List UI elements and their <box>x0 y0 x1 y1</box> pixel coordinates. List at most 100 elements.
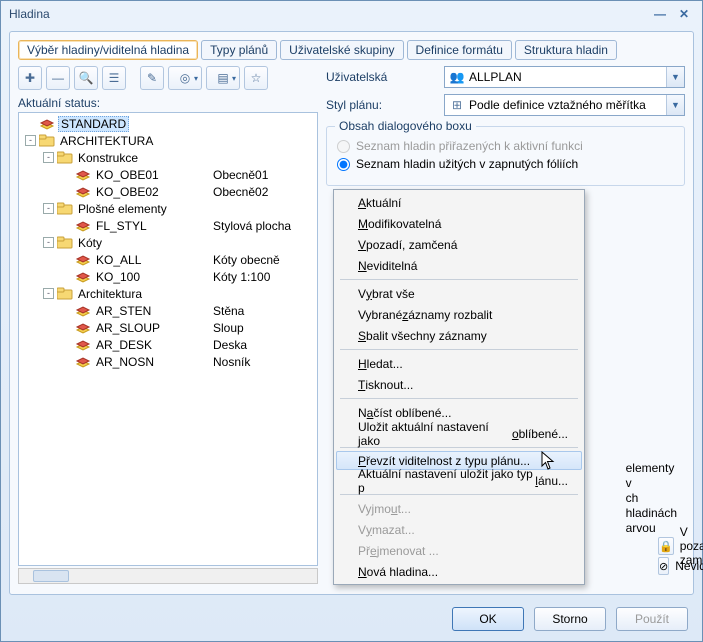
menu-item-nova[interactable]: Nová hladina... <box>336 561 582 582</box>
minimize-icon[interactable]: — <box>650 5 670 23</box>
menu-item-nevid[interactable]: Neviditelná <box>336 255 582 276</box>
chevron-down-icon[interactable]: ▼ <box>666 95 684 115</box>
close-icon[interactable]: ✕ <box>674 5 694 23</box>
radio-input <box>337 140 350 153</box>
radio-input[interactable] <box>337 158 350 171</box>
tree-spacer <box>61 271 72 282</box>
tree-row[interactable]: - ARCHITEKTURA <box>19 132 317 149</box>
add-icon[interactable]: ✚ <box>18 66 42 90</box>
layer-tree[interactable]: STANDARD-ARCHITEKTURA-KonstrukceKO_OBE01… <box>18 112 318 566</box>
menu-item-vpozadi[interactable]: V pozadí, zamčená <box>336 234 582 255</box>
apply-button[interactable]: Použít <box>616 607 688 631</box>
remove-icon[interactable]: — <box>46 66 70 90</box>
tree-row[interactable]: STANDARD <box>19 115 317 132</box>
tree-node-desc: Sloup <box>213 321 244 335</box>
collapse-icon[interactable]: - <box>25 135 36 146</box>
layers-icon[interactable]: ▤ <box>206 66 240 90</box>
tree-spacer <box>61 339 72 350</box>
menu-item-hledat[interactable]: Hledat... <box>336 353 582 374</box>
menu-item-sbalit[interactable]: Sbalit všechny záznamy <box>336 325 582 346</box>
tree-node-desc: Obecně02 <box>213 185 268 199</box>
tree-node-desc: Kóty obecně <box>213 253 280 267</box>
favorite-icon[interactable]: ☆ <box>244 66 268 90</box>
menu-item-ulozitobl[interactable]: Uložit aktuální nastavení jako oblíbené.… <box>336 423 582 444</box>
list-icon[interactable]: ☰ <box>102 66 126 90</box>
tree-node-label: KO_OBE02 <box>94 185 161 199</box>
collapse-icon[interactable]: - <box>43 288 54 299</box>
tree-row[interactable]: KO_ALLKóty obecně <box>19 251 317 268</box>
tree-node-label: KO_OBE01 <box>94 168 161 182</box>
tree-row[interactable]: AR_DESKDeska <box>19 336 317 353</box>
tab-plan-types[interactable]: Typy plánů <box>201 40 277 60</box>
folder-icon <box>39 134 55 148</box>
left-panel: ✚ — 🔍 ☰ ✎ ◎ ▤ ☆ Aktuální status: STANDAR… <box>18 66 318 584</box>
menu-item-vymazat: Vymazat... <box>336 519 582 540</box>
collapse-icon[interactable]: - <box>43 203 54 214</box>
tree-row[interactable]: -Plošné elementy <box>19 200 317 217</box>
tree-spacer <box>61 220 72 231</box>
cancel-button[interactable]: Storno <box>534 607 606 631</box>
tree-row[interactable]: AR_NOSNNosník <box>19 353 317 370</box>
tree-row[interactable]: FL_STYLStylová plocha <box>19 217 317 234</box>
tree-node-label: STANDARD <box>58 116 129 132</box>
titlebar: Hladina — ✕ <box>1 1 702 27</box>
menu-item-vybratvse[interactable]: Vybrat vše <box>336 283 582 304</box>
tree-spacer <box>61 322 72 333</box>
collapse-icon[interactable]: - <box>43 237 54 248</box>
layer-icon <box>75 270 91 284</box>
radio-used-layers[interactable]: Seznam hladin užitých v zapnutých fóliíc… <box>337 157 674 171</box>
tree-node-label: ARCHITEKTURA <box>58 134 155 148</box>
tree-node-label: Architektura <box>76 287 144 301</box>
style-combo[interactable]: ⊞ Podle definice vztažného měřítka ▼ <box>444 94 685 116</box>
ok-button[interactable]: OK <box>452 607 524 631</box>
layer-icon <box>75 253 91 267</box>
bottom-options: elementy v ch hladinách arvou 🔒 V pozadí… <box>658 461 677 576</box>
locked-icon[interactable]: 🔒 <box>658 537 674 555</box>
target-icon[interactable]: ◎ <box>168 66 202 90</box>
menu-item-tisknout[interactable]: Tisknout... <box>336 374 582 395</box>
tree-spacer <box>61 305 72 316</box>
tree-row[interactable]: AR_STENStěna <box>19 302 317 319</box>
user-combo-value: ALLPLAN <box>469 70 522 84</box>
layer-icon <box>75 168 91 182</box>
menu-item-rozbalit[interactable]: Vybrané záznamy rozbalit <box>336 304 582 325</box>
status-label: Aktuální status: <box>18 96 318 110</box>
menu-item-ulozittyp[interactable]: Aktuální nastavení uložit jako typ plánu… <box>336 470 582 491</box>
hidden-icon[interactable]: ⊘ <box>658 557 669 575</box>
eyedropper-icon[interactable]: ✎ <box>140 66 164 90</box>
tree-hscrollbar[interactable] <box>18 568 318 584</box>
folder-icon <box>57 287 73 301</box>
menu-separator <box>340 279 578 280</box>
scale-icon: ⊞ <box>449 98 465 112</box>
tree-row[interactable]: - Architektura <box>19 285 317 302</box>
collapse-icon[interactable]: - <box>43 152 54 163</box>
user-combo[interactable]: 👥 ALLPLAN ▼ <box>444 66 685 88</box>
left-toolbar: ✚ — 🔍 ☰ ✎ ◎ ▤ ☆ <box>18 66 318 90</box>
layer-icon <box>75 321 91 335</box>
tree-spacer <box>61 169 72 180</box>
tree-spacer <box>61 254 72 265</box>
layer-icon <box>75 338 91 352</box>
menu-item-modif[interactable]: Modifikovatelná <box>336 213 582 234</box>
tab-layer-select[interactable]: Výběr hladiny/viditelná hladina <box>18 40 198 60</box>
zoom-icon[interactable]: 🔍 <box>74 66 98 90</box>
tree-spacer <box>61 356 72 367</box>
chevron-down-icon[interactable]: ▼ <box>666 67 684 87</box>
dialog-window: Hladina — ✕ Výběr hladiny/viditelná hlad… <box>0 0 703 642</box>
tab-layer-structure[interactable]: Struktura hladin <box>515 40 617 60</box>
tree-node-desc: Kóty 1:100 <box>213 270 270 284</box>
tab-format-def[interactable]: Definice formátu <box>407 40 512 60</box>
tree-row[interactable]: AR_SLOUPSloup <box>19 319 317 336</box>
tree-row[interactable]: KO_OBE02 Obecně02 <box>19 183 317 200</box>
opt-hidden-label: Neviditelná <box>675 559 703 573</box>
tree-spacer <box>61 186 72 197</box>
menu-item-aktualni[interactable]: Aktuální <box>336 192 582 213</box>
style-label: Styl plánu: <box>326 98 436 112</box>
tree-row[interactable]: KO_100Kóty 1:100 <box>19 268 317 285</box>
tree-row[interactable]: KO_OBE01 Obecně01 <box>19 166 317 183</box>
tree-row[interactable]: -Konstrukce <box>19 149 317 166</box>
context-menu[interactable]: AktuálníModifikovatelnáV pozadí, zamčená… <box>333 189 585 585</box>
tree-node-desc: Obecně01 <box>213 168 268 182</box>
tree-row[interactable]: -Kóty <box>19 234 317 251</box>
tab-user-groups[interactable]: Uživatelské skupiny <box>280 40 403 60</box>
